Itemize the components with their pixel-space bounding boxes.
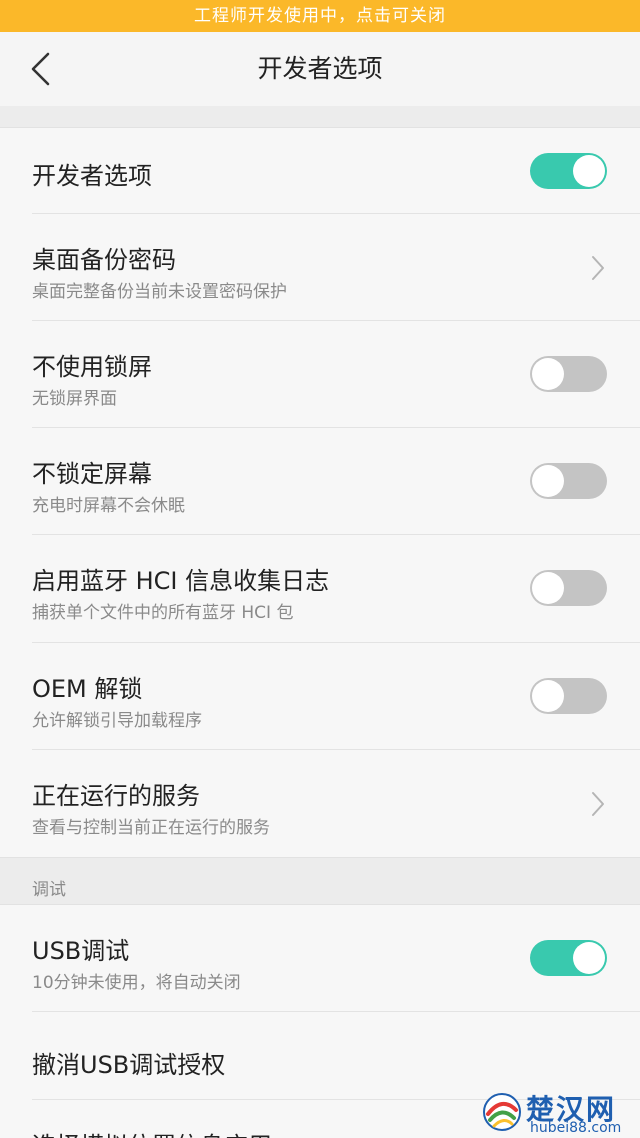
toggle-knob — [532, 465, 564, 497]
watermark-logo-icon — [483, 1093, 521, 1131]
toggle-knob — [532, 680, 564, 712]
row-title: 不锁定屏幕 — [32, 460, 152, 488]
row-subtitle: 查看与控制当前正在运行的服务 — [32, 818, 270, 838]
back-button[interactable] — [22, 48, 62, 90]
section-label: 调试 — [32, 880, 66, 900]
row-developer-options[interactable]: 开发者选项 — [0, 128, 640, 214]
page-title: 开发者选项 — [257, 54, 383, 83]
usb-debugging-toggle[interactable] — [530, 940, 607, 976]
toggle-knob — [573, 155, 605, 187]
engineer-mode-banner[interactable]: 工程师开发使用中，点击可关闭 — [0, 0, 640, 32]
oem-unlock-toggle[interactable] — [530, 678, 607, 714]
row-subtitle: 10分钟未使用，将自动关闭 — [32, 973, 241, 993]
row-title: USB调试 — [32, 937, 130, 965]
row-subtitle: 无锁屏界面 — [32, 389, 117, 409]
row-subtitle: 桌面完整备份当前未设置密码保护 — [32, 282, 287, 302]
developer-options-list: 开发者选项 桌面备份密码 桌面完整备份当前未设置密码保护 不使用锁屏 无锁屏界面… — [0, 128, 640, 857]
section-gap — [0, 106, 640, 128]
row-title: 不使用锁屏 — [32, 353, 152, 381]
row-usb-debugging[interactable]: USB调试 10分钟未使用，将自动关闭 — [0, 905, 640, 1012]
toggle-knob — [573, 942, 605, 974]
developer-options-toggle[interactable] — [530, 153, 607, 189]
chevron-right-icon — [592, 792, 604, 816]
site-watermark: 楚汉网 hubei88.com — [478, 1086, 640, 1138]
toggle-knob — [532, 572, 564, 604]
row-no-lock-screen[interactable]: 不使用锁屏 无锁屏界面 — [0, 321, 640, 428]
watermark-domain: hubei88.com — [530, 1120, 622, 1136]
row-title: 撤消USB调试授权 — [32, 1051, 226, 1079]
row-running-services[interactable]: 正在运行的服务 查看与控制当前正在运行的服务 — [0, 750, 640, 857]
no-lock-screen-toggle[interactable] — [530, 356, 607, 392]
row-subtitle: 捕获单个文件中的所有蓝牙 HCI 包 — [32, 603, 294, 623]
bluetooth-hci-log-toggle[interactable] — [530, 570, 607, 606]
stay-awake-toggle[interactable] — [530, 463, 607, 499]
row-subtitle: 充电时屏幕不会休眠 — [32, 496, 185, 516]
row-desktop-backup-password[interactable]: 桌面备份密码 桌面完整备份当前未设置密码保护 — [0, 214, 640, 321]
row-bluetooth-hci-log[interactable]: 启用蓝牙 HCI 信息收集日志 捕获单个文件中的所有蓝牙 HCI 包 — [0, 535, 640, 643]
section-header-debug: 调试 — [0, 857, 640, 905]
toggle-knob — [532, 358, 564, 390]
back-arrow-icon — [31, 52, 50, 86]
title-bar: 开发者选项 — [0, 32, 640, 106]
row-oem-unlock[interactable]: OEM 解锁 允许解锁引导加载程序 — [0, 643, 640, 750]
row-title: 选择模拟位置信息应用 — [32, 1126, 272, 1138]
row-title: OEM 解锁 — [32, 675, 143, 703]
row-title: 启用蓝牙 HCI 信息收集日志 — [32, 567, 330, 595]
row-stay-awake[interactable]: 不锁定屏幕 充电时屏幕不会休眠 — [0, 428, 640, 535]
chevron-right-icon — [592, 256, 604, 280]
row-title: 桌面备份密码 — [32, 246, 176, 274]
row-subtitle: 允许解锁引导加载程序 — [32, 711, 202, 731]
row-title: 正在运行的服务 — [32, 782, 200, 810]
row-title: 开发者选项 — [32, 162, 152, 190]
